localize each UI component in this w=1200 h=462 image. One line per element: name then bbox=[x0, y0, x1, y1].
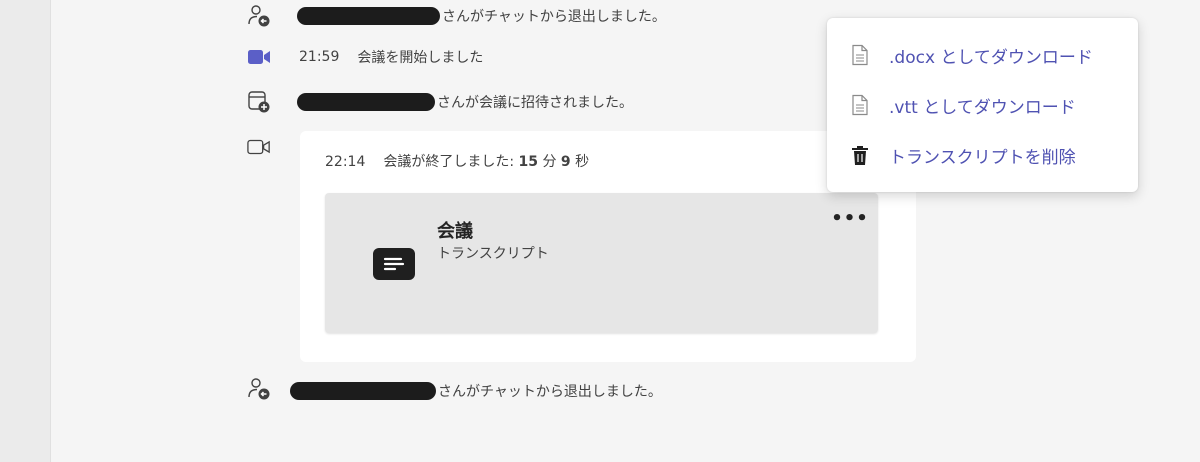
duration-seconds: 9 bbox=[560, 154, 571, 170]
event-text: さんが会議に招待されました。 bbox=[297, 90, 633, 114]
transcript-card[interactable]: 会議 トランスクリプト ••• bbox=[325, 193, 878, 333]
document-icon bbox=[849, 93, 871, 117]
event-suffix: さんがチャットから退出しました。 bbox=[438, 384, 662, 400]
meeting-ended-card: 22:14 会議が終了しました: 15 分 9 秒 会議 トランスクリプト ••• bbox=[300, 131, 916, 362]
trash-icon bbox=[849, 143, 871, 167]
event-message: 会議を開始しました bbox=[357, 50, 484, 66]
calendar-add-icon bbox=[247, 90, 271, 114]
meeting-ended-time: 22:14 bbox=[325, 154, 366, 170]
transcript-context-menu: .docx としてダウンロード .vtt としてダウンロード トランスクリプトを… bbox=[827, 18, 1138, 192]
document-icon bbox=[849, 43, 871, 67]
menu-item-download-vtt[interactable]: .vtt としてダウンロード bbox=[827, 85, 1138, 125]
menu-item-delete-transcript[interactable]: トランスクリプトを削除 bbox=[827, 135, 1138, 175]
event-text: さんがチャットから退出しました。 bbox=[297, 4, 666, 28]
event-text: 21:59 会議を開始しました bbox=[299, 45, 483, 69]
transcript-subtitle: トランスクリプト bbox=[437, 246, 549, 262]
person-leave-icon bbox=[247, 377, 271, 401]
video-camera-filled-icon bbox=[247, 45, 271, 69]
more-options-button[interactable]: ••• bbox=[831, 208, 868, 229]
menu-item-label: .vtt としてダウンロード bbox=[889, 97, 1076, 118]
meeting-ended-text: 22:14 会議が終了しました: 15 分 9 秒 bbox=[325, 151, 589, 171]
redacted-name bbox=[290, 382, 436, 400]
event-time: 21:59 bbox=[299, 49, 340, 65]
transcript-title: 会議 bbox=[437, 221, 473, 242]
menu-item-download-docx[interactable]: .docx としてダウンロード bbox=[827, 35, 1138, 75]
menu-item-label: トランスクリプトを削除 bbox=[889, 147, 1076, 168]
event-suffix: さんが会議に招待されました。 bbox=[437, 95, 633, 111]
duration-minutes: 15 bbox=[518, 154, 539, 170]
event-text: さんがチャットから退出しました。 bbox=[290, 379, 662, 403]
left-gutter bbox=[0, 0, 51, 462]
minutes-unit: 分 bbox=[538, 154, 561, 170]
person-leave-icon bbox=[247, 4, 271, 28]
video-camera-outline-icon bbox=[247, 135, 271, 159]
event-left-chat-2: さんがチャットから退出しました。 bbox=[51, 377, 1200, 407]
seconds-unit: 秒 bbox=[570, 154, 590, 170]
transcript-document-icon bbox=[373, 248, 415, 280]
event-suffix: さんがチャットから退出しました。 bbox=[442, 9, 666, 25]
menu-item-label: .docx としてダウンロード bbox=[889, 47, 1093, 68]
meeting-ended-prefix: 会議が終了しました: bbox=[383, 154, 519, 170]
redacted-name bbox=[297, 93, 435, 111]
redacted-name bbox=[297, 7, 440, 25]
